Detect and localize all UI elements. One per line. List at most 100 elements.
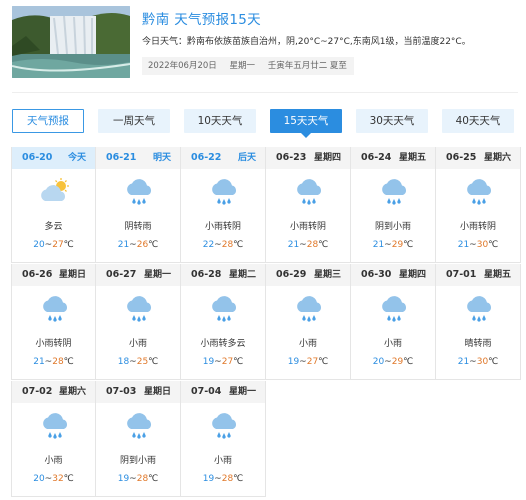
day-date: 06-29: [276, 269, 307, 280]
weather-description: 小雨: [383, 339, 402, 349]
high-temp: 28: [136, 474, 149, 484]
day-card-06-27[interactable]: 06-27 星期一 小雨 18~25℃: [96, 264, 181, 380]
day-card-06-29[interactable]: 06-29 星期三 小雨 19~27℃: [266, 264, 351, 380]
high-temp: 27: [221, 357, 234, 367]
day-card-header: 06-24 星期五: [351, 147, 435, 169]
high-temp: 30: [476, 240, 489, 250]
tab-10-day[interactable]: 10天天气: [184, 109, 256, 133]
day-card-header: 06-28 星期二: [181, 264, 265, 286]
rain-icon: [293, 177, 325, 207]
weather-description: 多云: [44, 222, 63, 232]
tab-30-day[interactable]: 30天天气: [356, 109, 428, 133]
day-card-header: 06-26 星期日: [12, 264, 95, 286]
rain-icon: [123, 411, 155, 441]
date-bar: 2022年06月20日 星期一 壬寅年五月廿二 夏至: [142, 57, 354, 75]
weather-description: 小雨: [298, 339, 317, 349]
temperature-range: 18~25℃: [117, 357, 159, 367]
partly-cloudy-icon: [39, 177, 71, 207]
low-temp: 19: [202, 474, 215, 484]
day-card-header: 07-03 星期日: [96, 381, 180, 403]
weather-description: 小雨: [213, 456, 232, 466]
high-temp: 32: [52, 474, 64, 484]
day-date: 07-03: [106, 386, 137, 397]
high-temp: 28: [52, 357, 64, 367]
temperature-range: 21~28℃: [33, 357, 74, 367]
high-temp: 28: [221, 240, 234, 250]
day-card-06-25[interactable]: 06-25 星期六 小雨转阴 21~30℃: [436, 147, 521, 263]
day-date: 06-28: [191, 269, 222, 280]
page-title: 黔南 天气预报15天: [142, 12, 261, 28]
weekday-text: 星期一: [229, 61, 255, 71]
day-weekday: 星期二: [228, 270, 256, 280]
rain-icon: [463, 177, 495, 207]
day-card-06-24[interactable]: 06-24 星期五 阴到小雨 21~29℃: [351, 147, 436, 263]
day-card-header: 06-20 今天: [12, 147, 95, 169]
day-card-06-28[interactable]: 06-28 星期二 小雨转多云 19~27℃: [181, 264, 266, 380]
day-date: 07-01: [446, 269, 477, 280]
rain-icon: [463, 294, 495, 324]
day-card-header: 06-25 星期六: [436, 147, 520, 169]
weather-description: 小雨转阴: [204, 222, 241, 232]
low-temp: 20: [372, 357, 385, 367]
low-temp: 19: [117, 474, 130, 484]
temperature-range: 19~28℃: [117, 474, 159, 484]
tab-15-day[interactable]: 15天天气: [270, 109, 342, 138]
temperature-range: 20~27℃: [33, 240, 74, 250]
day-card-06-23[interactable]: 06-23 星期四 小雨转阴 21~28℃: [266, 147, 351, 263]
day-date: 06-25: [446, 152, 477, 163]
day-date: 06-23: [276, 152, 307, 163]
day-card-06-26[interactable]: 06-26 星期日小雨转阴 21~28℃: [11, 264, 96, 380]
low-temp: 18: [117, 357, 130, 367]
tab-week[interactable]: 一周天气: [98, 109, 170, 133]
day-weekday: 星期日: [58, 270, 86, 280]
rain-icon: [39, 411, 71, 441]
day-date: 06-30: [361, 269, 392, 280]
day-weekday: 后天: [237, 153, 256, 163]
low-temp: 19: [202, 357, 215, 367]
day-card-06-21[interactable]: 06-21 明天 阴转雨 21~26℃: [96, 147, 181, 263]
day-card-06-22[interactable]: 06-22 后天 小雨转阴 22~28℃: [181, 147, 266, 263]
high-temp: 26: [136, 240, 149, 250]
day-card-header: 06-27 星期一: [96, 264, 180, 286]
rain-icon: [208, 411, 240, 441]
day-weekday: 星期六: [483, 153, 511, 163]
day-card-07-01[interactable]: 07-01 星期五 晴转雨 21~30℃: [436, 264, 521, 380]
day-date: 06-26: [22, 269, 53, 280]
day-card-06-20[interactable]: 06-20 今天多云 20~27℃: [11, 147, 96, 263]
day-card-06-30[interactable]: 06-30 星期四小雨 20~29℃: [351, 264, 436, 380]
weather-description: 小雨: [44, 456, 63, 466]
forecast-tabs: 天气预报 一周天气 10天天气 15天天气 30天天气 40天天气: [12, 109, 518, 138]
day-weekday: 星期三: [313, 270, 341, 280]
day-date: 06-27: [106, 269, 137, 280]
temperature-range: 20~29℃: [372, 357, 414, 367]
day-card-07-04[interactable]: 07-04 星期一 小雨 19~28℃: [181, 381, 266, 497]
rain-icon: [378, 177, 410, 207]
lunar-text: 壬寅年五月廿二 夏至: [267, 61, 347, 71]
temperature-range: 21~30℃: [457, 240, 499, 250]
low-temp: 21: [457, 240, 470, 250]
day-card-07-02[interactable]: 07-02 星期六 小雨 20~32℃: [11, 381, 96, 497]
rain-icon: [293, 294, 325, 324]
day-card-07-03[interactable]: 07-03 星期日 阴到小雨 19~28℃: [96, 381, 181, 497]
day-weekday: 星期一: [143, 270, 171, 280]
low-temp: 21: [117, 240, 130, 250]
rain-icon: [378, 294, 410, 324]
day-card-header: 07-01 星期五: [436, 264, 520, 286]
day-date: 06-24: [361, 152, 392, 163]
city-header: 黔南 天气预报15天 今日天气：黔南布依族苗族自治州，阴,20°C~27°C,东…: [12, 6, 522, 84]
tab-forecast[interactable]: 天气预报: [12, 109, 84, 133]
divider: [12, 92, 518, 93]
high-temp: 29: [391, 240, 404, 250]
day-weekday: 星期五: [483, 270, 511, 280]
weather-description: 小雨转阴: [35, 339, 72, 349]
temperature-range: 19~28℃: [202, 474, 244, 484]
weather-description: 阴到小雨: [374, 222, 411, 232]
day-card-header: 06-30 星期四: [351, 264, 435, 286]
high-temp: 28: [221, 474, 234, 484]
tab-40-day[interactable]: 40天天气: [442, 109, 514, 133]
day-card-header: 06-21 明天: [96, 147, 180, 169]
day-weekday: 星期四: [398, 270, 426, 280]
day-date: 06-20: [22, 152, 53, 163]
day-weekday: 星期四: [313, 153, 341, 163]
day-date: 07-04: [191, 386, 222, 397]
